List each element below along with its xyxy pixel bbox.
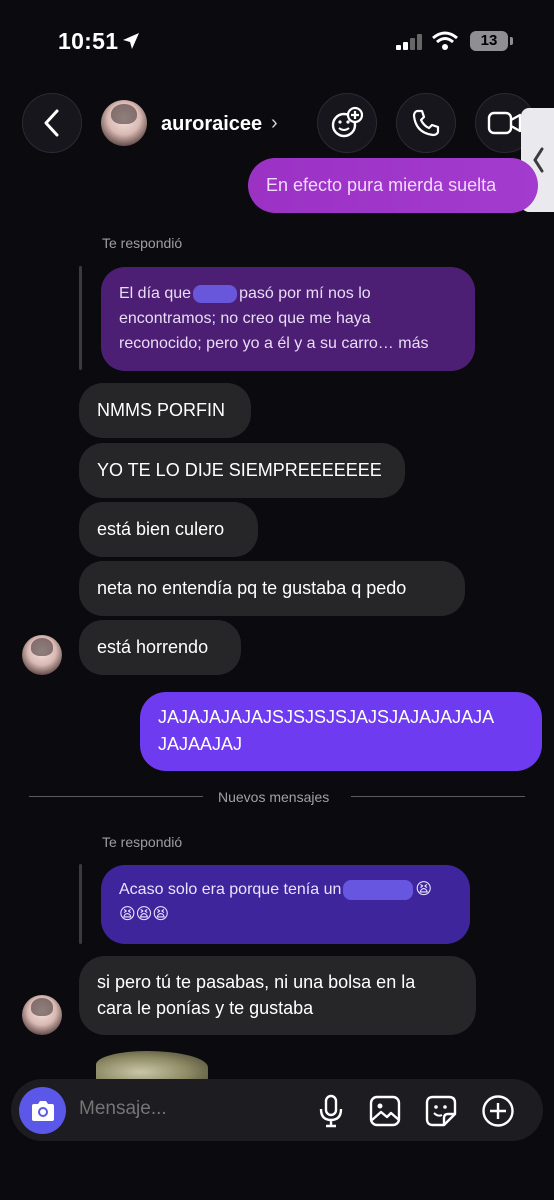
reply-indicator-line [79,266,82,370]
cellular-signal-icon [396,34,422,50]
message-text-line1: JAJAJAJAJAJSJSJSJSJAJSJAJAJAJAJA [158,707,495,727]
message-text: está horrendo [97,637,209,657]
emoji-row: 😫😫😫 [119,906,170,923]
quoted-text-part-b: pasó por mí nos lo [239,285,371,302]
quoted-text-line1: Acaso solo era porque tenía un [119,881,342,898]
quoted-message[interactable]: Acaso solo era porque tenía un 😫 😫😫😫 [101,865,470,944]
video-camera-icon [487,111,522,135]
wifi-icon [432,31,458,50]
sender-avatar[interactable] [22,995,62,1035]
message-text: YO TE LO DIJE SIEMPREEEEEEE [97,460,382,480]
microphone-icon[interactable] [318,1094,344,1128]
received-message[interactable]: YO TE LO DIJE SIEMPREEEEEEE [79,443,405,498]
sent-message[interactable]: En efecto pura mierda suelta [248,158,538,213]
received-message[interactable]: está horrendo [79,620,241,675]
message-input[interactable] [79,1098,279,1120]
battery-cap [510,37,513,45]
add-people-icon [331,106,364,138]
received-message[interactable]: NMMS PORFIN [79,383,251,438]
received-message[interactable]: está bien culero [79,502,258,557]
new-messages-divider: Nuevos mensajes [218,789,330,805]
call-button[interactable] [396,93,456,153]
plus-circle-icon[interactable] [481,1094,515,1128]
message-text: En efecto pura mierda suelta [266,175,497,195]
reply-label: Te respondió [102,834,183,850]
camera-button[interactable] [19,1087,66,1134]
avatar[interactable] [101,100,147,146]
message-text: neta no entendía pq te gustaba q pedo [97,578,407,598]
status-time: 10:51 [58,28,119,54]
sticker-image[interactable] [96,1051,208,1081]
divider-line-right [351,796,525,797]
message-text-line1: si pero tú te pasabas, ni una bolsa en l… [97,972,416,992]
message-text: NMMS PORFIN [97,400,225,420]
received-message[interactable]: neta no entendía pq te gustaba q pedo [79,561,465,616]
sticker-icon[interactable] [425,1095,457,1127]
chat-username[interactable]: auroraicee [161,113,262,136]
divider-line-left [29,796,203,797]
chevron-right-icon[interactable]: › [271,112,278,135]
quoted-text-line2: encontramos; no creo que me haya [119,310,371,327]
reply-indicator-line [79,864,82,944]
message-text-line2: cara le ponías y te gustaba [97,998,314,1018]
reply-label: Te respondió [102,235,183,251]
received-message[interactable]: si pero tú te pasabas, ni una bolsa en l… [79,956,476,1035]
camera-icon [31,1100,54,1121]
quoted-text-line3: reconocido; pero yo a él y a su carro… m… [119,335,429,352]
phone-icon [412,109,440,137]
back-button[interactable] [22,93,82,153]
add-people-button[interactable] [317,93,377,153]
location-arrow-icon [123,33,139,49]
redacted-name [193,284,238,303]
emoji: 😫 [415,881,433,898]
quoted-text-part-a: El día que [119,285,192,302]
quoted-message[interactable]: El día que pasó por mí nos lo encontramos… [101,267,475,371]
sender-avatar[interactable] [22,635,62,675]
gallery-icon[interactable] [369,1095,401,1127]
message-text: está bien culero [97,519,225,539]
sent-message[interactable]: JAJAJAJAJAJSJSJSJSJAJSJAJAJAJAJA JAJAAJA… [140,692,542,771]
back-chevron-icon [44,109,59,137]
battery-icon: 13 [470,31,508,51]
redacted-word [343,879,414,900]
message-text-line2: JAJAAJAJ [158,734,243,754]
